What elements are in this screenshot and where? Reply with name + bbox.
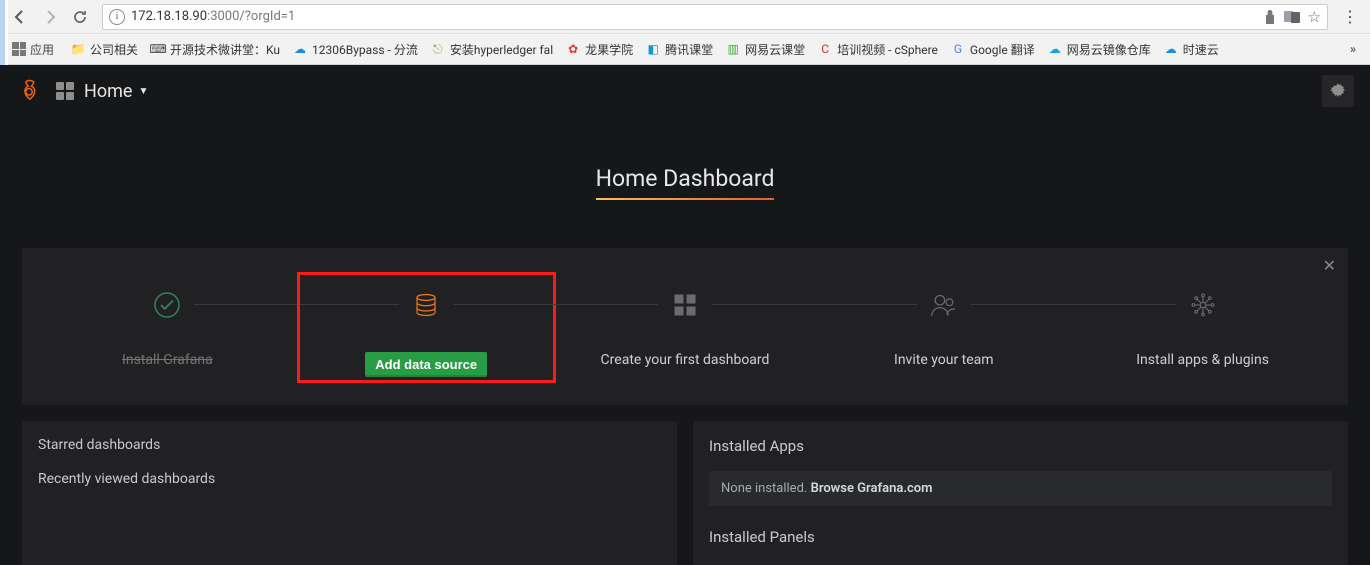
settings-button[interactable] xyxy=(1322,75,1354,107)
page-title: Home Dashboard xyxy=(596,165,775,200)
step-label: Install Grafana xyxy=(122,352,213,368)
back-button[interactable] xyxy=(6,3,34,31)
bookmark-favicon: ☁ xyxy=(1163,41,1179,57)
close-icon[interactable]: ✕ xyxy=(1323,256,1336,275)
url-bar[interactable]: i 172.18.18.90:3000/?orgId=1 ☆ xyxy=(102,4,1328,30)
bookmark-item[interactable]: ✿龙果学院 xyxy=(559,41,639,58)
empty-prefix: None installed. xyxy=(721,481,811,496)
bookmark-favicon: C xyxy=(817,41,833,57)
step-label: Invite your team xyxy=(894,352,994,368)
starred-dashboards-heading: Starred dashboards xyxy=(38,437,661,453)
bookmark-item[interactable]: GGoogle 翻译 xyxy=(944,41,1041,58)
bookmark-favicon: ◧ xyxy=(645,41,661,57)
dashboards-card: Starred dashboards Recently viewed dashb… xyxy=(22,421,677,565)
forward-button[interactable] xyxy=(36,3,64,31)
check-circle-icon xyxy=(152,285,182,325)
bookmark-favicon: 📁 xyxy=(70,41,86,57)
dashboard-picker[interactable]: Home ▼ xyxy=(84,81,148,102)
url-host: 172.18.18.90 xyxy=(131,9,207,24)
bookmark-item[interactable]: ☁12306Bypass - 分流 xyxy=(286,41,424,58)
step-create-dashboard[interactable]: Create your first dashboard xyxy=(556,278,815,377)
bookmark-star-icon[interactable]: ☆ xyxy=(1308,8,1321,26)
bookmark-label: 腾讯课堂 xyxy=(665,41,713,58)
bookmark-favicon: ☁ xyxy=(1047,41,1063,57)
step-label: Create your first dashboard xyxy=(601,352,770,368)
browser-menu-button[interactable]: ⋮ xyxy=(1336,7,1364,26)
step-install-plugins[interactable]: Install apps & plugins xyxy=(1073,278,1332,377)
bookmark-item[interactable]: ▥网易云课堂 xyxy=(719,41,811,58)
bookmark-favicon: ✿ xyxy=(565,41,581,57)
dashboard-icon xyxy=(670,285,700,325)
add-data-source-button[interactable]: Add data source xyxy=(365,352,487,377)
installed-apps-empty: None installed. Browse Grafana.com xyxy=(709,471,1332,506)
apps-label: 应用 xyxy=(30,41,54,58)
bookmarks-overflow[interactable]: » xyxy=(1342,42,1364,56)
bookmark-favicon: ▥ xyxy=(725,41,741,57)
bookmark-label: 培训视频 - cSphere xyxy=(837,41,938,58)
bookmark-favicon: ☁ xyxy=(292,41,308,57)
bookmark-favicon: ⎋ xyxy=(430,41,446,57)
bookmark-label: 公司相关 xyxy=(90,41,138,58)
recent-dashboards-heading: Recently viewed dashboards xyxy=(38,471,661,487)
site-info-icon[interactable]: i xyxy=(109,9,125,25)
url-path: :3000/?orgId=1 xyxy=(207,9,295,24)
bookmark-item[interactable]: ☁网易云镜像仓库 xyxy=(1041,41,1157,58)
bookmark-item[interactable]: 📁公司相关 xyxy=(64,41,144,58)
step-label: Install apps & plugins xyxy=(1136,352,1269,368)
users-icon xyxy=(929,285,959,325)
installed-card: Installed Apps None installed. Browse Gr… xyxy=(693,421,1348,565)
bookmark-label: 时速云 xyxy=(1183,41,1219,58)
apps-button[interactable]: 应用 xyxy=(6,41,60,58)
step-add-data-source[interactable]: Add data source xyxy=(297,278,556,377)
bookmark-label: 开源技术微讲堂：Ku xyxy=(170,41,280,58)
bookmark-label: 龙果学院 xyxy=(585,41,633,58)
bookmark-item[interactable]: ☁时速云 xyxy=(1157,41,1225,58)
installed-panels-heading: Installed Panels xyxy=(709,528,1332,546)
bookmark-label: 12306Bypass - 分流 xyxy=(312,41,418,58)
gear-icon xyxy=(1330,83,1346,99)
bookmark-item[interactable]: ⎋安装hyperledger fal xyxy=(424,41,559,58)
bookmark-label: 网易云课堂 xyxy=(745,41,805,58)
translate-icon[interactable] xyxy=(1284,10,1300,24)
grafana-logo-icon[interactable] xyxy=(16,78,42,104)
bookmark-label: 网易云镜像仓库 xyxy=(1067,41,1151,58)
getting-started-panel: ✕ Install Grafana xyxy=(22,248,1348,405)
installed-apps-heading: Installed Apps xyxy=(709,437,1332,455)
breadcrumb-title: Home xyxy=(84,81,132,102)
apps-icon xyxy=(12,42,26,56)
bookmark-label: 安装hyperledger fal xyxy=(450,41,553,58)
step-install-grafana: Install Grafana xyxy=(38,278,297,377)
bookmark-favicon: G xyxy=(950,41,966,57)
database-icon xyxy=(411,285,441,325)
bookmark-item[interactable]: ◧腾讯课堂 xyxy=(639,41,719,58)
reload-button[interactable] xyxy=(66,3,94,31)
plugins-icon xyxy=(1188,285,1218,325)
bookmark-favicon: ⌨ xyxy=(150,41,166,57)
bookmark-item[interactable]: ⌨开源技术微讲堂：Ku xyxy=(144,41,286,58)
saved-pw-icon[interactable] xyxy=(1264,10,1276,24)
browse-grafana-link[interactable]: Browse Grafana.com xyxy=(811,481,933,496)
caret-down-icon: ▼ xyxy=(138,86,148,97)
bookmark-label: Google 翻译 xyxy=(970,41,1035,58)
dashboards-icon[interactable] xyxy=(56,82,74,100)
step-invite-team[interactable]: Invite your team xyxy=(814,278,1073,377)
bookmark-item[interactable]: C培训视频 - cSphere xyxy=(811,41,944,58)
